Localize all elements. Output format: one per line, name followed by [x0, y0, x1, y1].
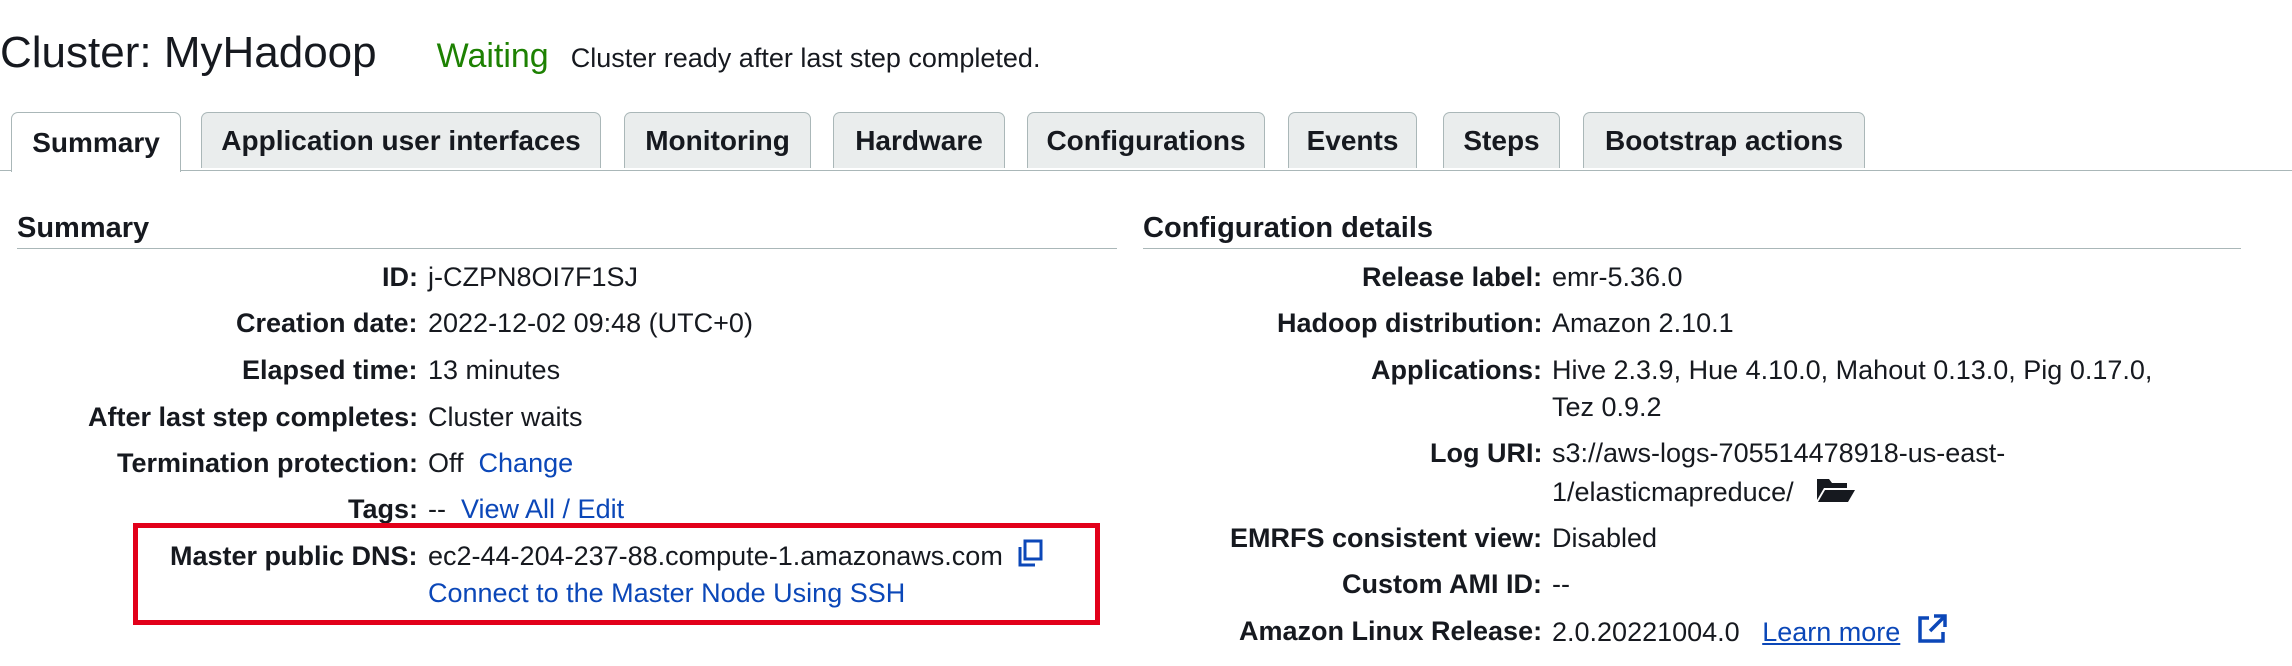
status-message: Cluster ready after last step completed. [570, 43, 1041, 73]
applications-value-line2: Tez 0.9.2 [1552, 392, 1662, 422]
view-all-edit-tags-link[interactable]: View All / Edit [461, 494, 624, 524]
log-uri-value-line1: s3://aws-logs-705514478918-us-east- [1552, 438, 2006, 468]
tabs-divider [0, 170, 2292, 171]
release-label-label: Release label: [1362, 262, 1543, 292]
elapsed-time-label: Elapsed time: [242, 355, 418, 385]
tab-hardware[interactable]: Hardware [833, 112, 1005, 168]
elapsed-time-value: 13 minutes [428, 355, 561, 385]
config-section-title: Configuration details [1143, 212, 1433, 244]
hadoop-distribution-label: Hadoop distribution: [1277, 308, 1543, 338]
tab-events[interactable]: Events [1288, 112, 1417, 168]
tab-summary-label: Summary [32, 126, 160, 158]
amazon-linux-release-value: 2.0.20221004.0 [1552, 617, 1740, 648]
external-link-icon[interactable] [1916, 613, 1948, 655]
folder-icon[interactable] [1815, 474, 1857, 514]
tab-application-user-interfaces-label: Application user interfaces [221, 124, 581, 156]
emrfs-consistent-view-value: Disabled [1552, 523, 1658, 553]
termination-protection-label: Termination protection: [117, 448, 418, 478]
emrfs-consistent-view-label: EMRFS consistent view: [1230, 523, 1543, 553]
id-value: j-CZPN8OI7F1SJ [428, 262, 639, 292]
tab-events-label: Events [1306, 124, 1399, 156]
summary-section-title: Summary [17, 212, 150, 244]
header: Cluster: MyHadoop Waiting Cluster ready … [0, 28, 1040, 78]
tab-configurations[interactable]: Configurations [1027, 112, 1265, 168]
summary-section-rule [17, 248, 1117, 249]
tab-steps-label: Steps [1463, 124, 1540, 156]
id-label: ID: [382, 262, 418, 292]
custom-ami-id-label: Custom AMI ID: [1342, 569, 1542, 599]
tab-monitoring-label: Monitoring [645, 124, 790, 156]
highlight-box [133, 523, 1100, 625]
creation-date-label: Creation date: [236, 308, 418, 338]
tab-hardware-label: Hardware [855, 124, 983, 156]
config-section-rule [1143, 248, 2241, 249]
custom-ami-id-value: -- [1552, 569, 1570, 599]
tags-value: -- [428, 494, 446, 524]
status-badge: Waiting [436, 37, 549, 75]
tab-bootstrap-actions-label: Bootstrap actions [1604, 124, 1844, 156]
release-label-value: emr-5.36.0 [1552, 262, 1683, 292]
applications-value-line1: Hive 2.3.9, Hue 4.10.0, Mahout 0.13.0, P… [1552, 355, 2153, 385]
termination-protection-value: Off [428, 448, 464, 478]
learn-more-link[interactable]: Learn more [1762, 617, 1900, 647]
tab-monitoring[interactable]: Monitoring [624, 112, 811, 168]
creation-date-value: 2022-12-02 09:48 (UTC+0) [428, 308, 753, 338]
page-title: Cluster: MyHadoop [0, 28, 377, 77]
after-last-step-label: After last step completes: [88, 402, 419, 432]
hadoop-distribution-value: Amazon 2.10.1 [1552, 308, 1734, 338]
tab-configurations-label: Configurations [1046, 124, 1246, 156]
tab-bootstrap-actions[interactable]: Bootstrap actions [1583, 112, 1865, 168]
amazon-linux-release-label: Amazon Linux Release: [1239, 616, 1543, 646]
log-uri-label: Log URI: [1430, 438, 1543, 468]
applications-label: Applications: [1371, 355, 1543, 385]
tab-steps[interactable]: Steps [1443, 112, 1560, 168]
tab-application-user-interfaces[interactable]: Application user interfaces [201, 112, 601, 168]
after-last-step-value: Cluster waits [428, 402, 583, 432]
log-uri-value-line2: 1/elasticmapreduce/ [1552, 477, 1794, 508]
change-termination-link[interactable]: Change [479, 448, 574, 478]
tab-summary[interactable]: Summary [11, 112, 181, 172]
